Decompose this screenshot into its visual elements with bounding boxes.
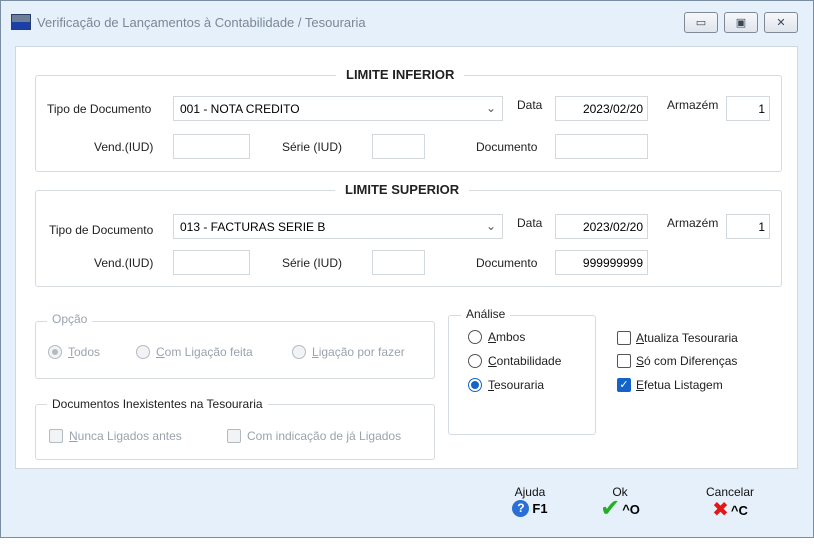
todos-label: Todos [68, 345, 101, 359]
nunca-ligados-label: Nunca Ligados antes [69, 429, 182, 443]
todos-radio[interactable] [48, 345, 62, 359]
data-superior-value: 2023/02/20 [582, 219, 643, 234]
vend-label: Vend.(IUD) [94, 256, 154, 270]
maximize-button[interactable]: ▣ [724, 12, 758, 33]
atualiza-tesouraria-label: Atualiza Tesouraria [636, 331, 738, 345]
tipo-documento-inferior-select[interactable]: 001 - NOTA CREDITO ⌄ [173, 96, 503, 121]
app-icon [11, 14, 31, 30]
tipo-documento-inferior-value: 001 - NOTA CREDITO [180, 101, 300, 116]
vend-inferior-input[interactable] [173, 134, 250, 159]
documento-label: Documento [476, 140, 538, 154]
contabilidade-radio[interactable] [468, 354, 482, 368]
documento-inferior-input[interactable] [555, 134, 648, 159]
dialog-window: Verificação de Lançamentos à Contabilida… [0, 0, 814, 538]
checkmark-icon: ✓ [619, 379, 629, 391]
close-icon: ✕ [776, 17, 786, 29]
window-title: Verificação de Lançamentos à Contabilida… [37, 15, 366, 30]
documento-superior-value: 999999999 [582, 255, 643, 270]
analise-title: Análise [461, 307, 511, 321]
content-panel: LIMITE INFERIOR Tipo de Documento 001 - … [15, 46, 798, 469]
armazem-inferior-input[interactable]: 1 [726, 96, 770, 121]
efetua-listagem-label: Efetua Listagem [636, 378, 723, 392]
serie-label: Série (IUD) [282, 140, 343, 154]
documento-label: Documento [476, 256, 538, 270]
tesouraria-label: Tesouraria [488, 378, 545, 392]
ajuda-button[interactable]: Ajuda ? F1 [495, 485, 565, 533]
close-button[interactable]: ✕ [764, 12, 798, 33]
so-diferencas-label: Só com Diferenças [636, 354, 738, 368]
limite-inferior-title: LIMITE INFERIOR [336, 67, 465, 82]
minimize-button[interactable]: ▭ [684, 12, 718, 33]
maximize-icon: ▣ [735, 17, 747, 29]
checkmark-icon: ✔ [600, 495, 621, 522]
ligacao-por-fazer-radio[interactable] [292, 345, 306, 359]
ajuda-shortcut: F1 [532, 501, 548, 516]
opcao-title: Opção [47, 312, 93, 326]
ambos-label: Ambos [488, 330, 526, 344]
serie-label: Série (IUD) [282, 256, 343, 270]
atualiza-tesouraria-checkbox[interactable] [617, 331, 631, 345]
serie-inferior-input[interactable] [372, 134, 425, 159]
cancelar-label: Cancelar [705, 485, 755, 499]
ok-shortcut: ^O [622, 501, 640, 517]
vend-superior-input[interactable] [173, 250, 250, 275]
com-ligacao-label: Com Ligação feita [156, 345, 253, 359]
ambos-radio[interactable] [468, 330, 482, 344]
armazem-superior-input[interactable]: 1 [726, 214, 770, 239]
com-indicacao-label: Com indicação de já Ligados [247, 429, 402, 443]
ok-button[interactable]: Ok ✔ ^O [585, 485, 655, 533]
tipo-documento-superior-value: 013 - FACTURAS SERIE B [180, 219, 326, 234]
ajuda-label: Ajuda [514, 485, 546, 499]
chevron-down-icon: ⌄ [485, 219, 496, 233]
data-inferior-input[interactable]: 2023/02/20 [555, 96, 648, 121]
efetua-listagem-checkbox[interactable]: ✓ [617, 378, 631, 392]
title-bar[interactable]: Verificação de Lançamentos à Contabilida… [1, 1, 813, 41]
limite-superior-title: LIMITE SUPERIOR [335, 182, 470, 197]
help-icon: ? [512, 500, 530, 517]
documento-superior-input[interactable]: 999999999 [555, 250, 648, 275]
so-diferencas-checkbox[interactable] [617, 354, 631, 368]
com-indicacao-checkbox[interactable] [227, 429, 241, 443]
armazem-superior-value: 1 [758, 219, 765, 234]
armazem-inferior-value: 1 [758, 101, 765, 116]
tipo-documento-label: Tipo de Documento [47, 102, 152, 116]
com-ligacao-radio[interactable] [136, 345, 150, 359]
serie-superior-input[interactable] [372, 250, 425, 275]
cross-icon: ✖ [712, 499, 729, 521]
armazem-label: Armazém [667, 98, 719, 112]
vend-label: Vend.(IUD) [94, 140, 154, 154]
tipo-documento-label: Tipo de Documento [49, 223, 154, 237]
ligacao-por-fazer-label: Ligação por fazer [312, 345, 405, 359]
minimize-icon: ▭ [695, 17, 707, 29]
data-label: Data [517, 216, 543, 230]
tipo-documento-superior-select[interactable]: 013 - FACTURAS SERIE B ⌄ [173, 214, 503, 239]
inexistentes-title: Documentos Inexistentes na Tesouraria [47, 397, 268, 411]
armazem-label: Armazém [667, 216, 719, 230]
contabilidade-label: Contabilidade [488, 354, 562, 368]
data-inferior-value: 2023/02/20 [582, 101, 643, 116]
data-label: Data [517, 98, 543, 112]
chevron-down-icon: ⌄ [485, 101, 496, 115]
nunca-ligados-checkbox[interactable] [49, 429, 63, 443]
cancelar-button[interactable]: Cancelar ✖ ^C [695, 485, 765, 533]
tesouraria-radio[interactable] [468, 378, 482, 392]
cancelar-shortcut: ^C [730, 502, 748, 518]
data-superior-input[interactable]: 2023/02/20 [555, 214, 648, 239]
